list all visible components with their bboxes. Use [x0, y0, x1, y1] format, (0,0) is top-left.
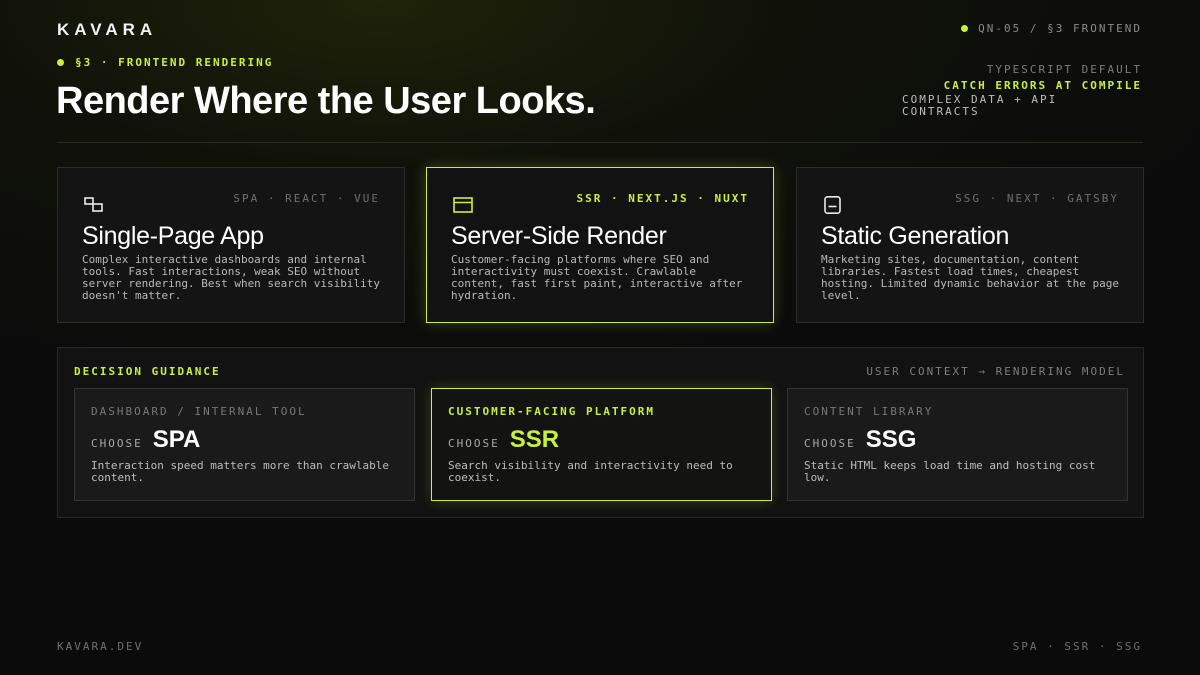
choice-description: Search visibility and interactivity need…	[448, 459, 733, 484]
card-ssg: SSG · NEXT · GATSBY Static Generation Ma…	[796, 167, 1144, 323]
meta-line-3: COMPLEX DATA + API CONTRACTS	[902, 93, 1058, 118]
windows-icon	[84, 197, 103, 212]
decision-guidance-panel: DECISION GUIDANCE USER CONTEXT → RENDERI…	[57, 347, 1144, 518]
eyebrow-text: §3 · FRONTEND RENDERING	[75, 56, 274, 69]
choose-label: CHOOSE	[804, 437, 856, 450]
card-tags: SPA · REACT · VUE	[233, 192, 380, 205]
choice-model: SSR	[509, 426, 560, 453]
meta-line-1: TYPESCRIPT DEFAULT	[986, 63, 1142, 76]
choice-spa: DASHBOARD / INTERNAL TOOL CHOOSE SPA Int…	[74, 388, 415, 501]
choice-row: CHOOSE SSR	[448, 426, 755, 454]
choice-row: CHOOSE SPA	[91, 426, 398, 454]
choice-description: Static HTML keeps load time and hosting …	[804, 459, 1096, 484]
choice-context: CONTENT LIBRARY	[804, 405, 934, 418]
choice-context: CUSTOMER-FACING PLATFORM	[448, 405, 655, 418]
footer-tags: SPA · SSR · SSG	[1012, 640, 1142, 653]
status-dot-icon	[961, 25, 969, 32]
card-ssr: SSR · NEXT.JS · NUXT Server-Side Render …	[426, 167, 774, 323]
footer-site-link[interactable]: KAVARA.DEV	[57, 640, 143, 653]
page-title: Render Where the User Looks.	[56, 80, 596, 122]
panel-subtitle: USER CONTEXT → RENDERING MODEL	[866, 365, 1125, 378]
choice-model: SSG	[865, 426, 917, 453]
card-spa: SPA · REACT · VUE Single-Page App Comple…	[57, 167, 405, 323]
meta-line-2: CATCH ERRORS AT COMPILE	[943, 79, 1142, 92]
header-tag: QN-05 / §3 FRONTEND	[961, 22, 1142, 35]
choice-ssr: CUSTOMER-FACING PLATFORM CHOOSE SSR Sear…	[431, 388, 772, 501]
choose-label: CHOOSE	[448, 437, 500, 450]
card-description: Complex interactive dashboards and inter…	[82, 253, 381, 302]
choice-description: Interaction speed matters more than craw…	[91, 459, 390, 484]
brand-logo: KAVARA	[57, 20, 158, 39]
card-title: Server-Side Render	[451, 222, 667, 250]
card-description: Marketing sites, documentation, content …	[821, 253, 1120, 302]
browser-window-icon	[453, 197, 473, 213]
choice-context: DASHBOARD / INTERNAL TOOL	[91, 405, 307, 418]
section-eyebrow: §3 · FRONTEND RENDERING	[57, 56, 273, 69]
card-tags: SSR · NEXT.JS · NUXT	[576, 192, 749, 205]
choose-label: CHOOSE	[91, 437, 143, 450]
meta-block: TYPESCRIPT DEFAULT CATCH ERRORS AT COMPI…	[902, 62, 1142, 118]
choice-ssg: CONTENT LIBRARY CHOOSE SSG Static HTML k…	[787, 388, 1128, 501]
card-title: Static Generation	[821, 222, 1010, 250]
header-tag-text: QN-05 / §3 FRONTEND	[978, 22, 1142, 35]
choice-row: CHOOSE SSG	[804, 426, 1111, 454]
card-description: Customer-facing platforms where SEO and …	[451, 253, 743, 302]
panel-label: DECISION GUIDANCE	[74, 365, 221, 378]
card-tags: SSG · NEXT · GATSBY	[955, 192, 1119, 205]
card-title: Single-Page App	[82, 222, 264, 250]
eyebrow-dot-icon	[57, 59, 64, 66]
header-divider	[57, 142, 1143, 143]
document-icon	[824, 196, 841, 214]
choice-model: SPA	[152, 426, 201, 453]
